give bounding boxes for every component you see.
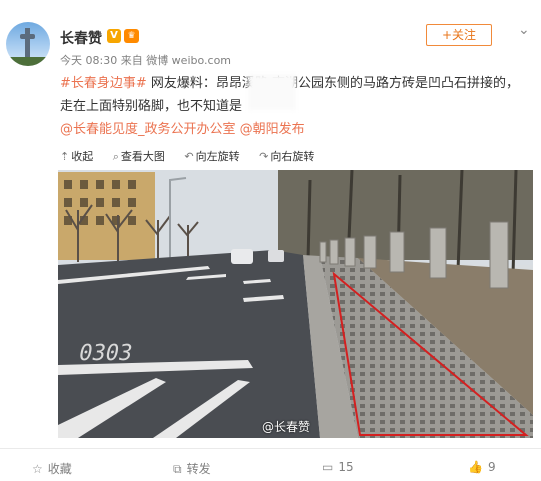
collapse-icon: ⇡ xyxy=(60,150,70,163)
like-count: 9 xyxy=(487,460,496,474)
repost-button[interactable]: ⧉ 转发 xyxy=(173,460,211,477)
comment-button[interactable]: ▭ 15 xyxy=(322,460,354,474)
thumbs-up-icon: 👍 xyxy=(468,460,483,474)
topic-link[interactable]: #长春身边事# xyxy=(60,76,147,91)
rotate-left-label: 向左旋转 xyxy=(195,150,240,163)
post-meta: 今天 08:30 来自 微博 weibo.com xyxy=(60,54,232,67)
avatar-ground xyxy=(6,57,50,66)
verified-icon: V xyxy=(107,29,121,43)
rotate-left-icon: ↶ xyxy=(184,150,194,163)
mention-link-2[interactable]: @朝阳发布 xyxy=(236,122,305,137)
username[interactable]: 长春赞 xyxy=(60,28,102,48)
mention-link-1[interactable]: @长春能见度_政务公开办公室 xyxy=(60,122,236,137)
photo-watermark: @长春赞 xyxy=(262,420,311,434)
star-icon: ☆ xyxy=(32,462,43,476)
post-text-body: 网友爆料：昂昂溪路 南湖公园东侧的马路方砖是凹凸石拼接的， xyxy=(146,76,520,91)
collapse-button[interactable]: ⇡ 收起 xyxy=(60,150,93,163)
car-2 xyxy=(268,250,284,262)
repost-label: 转发 xyxy=(186,462,211,476)
rotate-right-label: 向右旋转 xyxy=(270,150,315,163)
follow-button[interactable]: +关注 xyxy=(426,24,492,46)
collapse-label: 收起 xyxy=(71,150,94,163)
blur-overlay xyxy=(248,74,296,110)
search-icon: ⌕ xyxy=(112,150,119,163)
image-toolbar: ⇡ 收起 ⌕ 查看大图 ↶ 向左旋转 ↷ 向右旋转 xyxy=(60,148,330,164)
comment-count: 15 xyxy=(338,460,354,474)
like-button[interactable]: 👍 9 xyxy=(468,460,496,474)
post-text-line2: 走在上面特别硌脚，也不知道是 xyxy=(60,99,243,114)
post-photo[interactable]: 0303 xyxy=(58,170,533,438)
rotate-left-button[interactable]: ↶ 向左旋转 xyxy=(184,150,239,163)
view-large-button[interactable]: ⌕ 查看大图 xyxy=(113,150,165,163)
rotate-right-button[interactable]: ↷ 向右旋转 xyxy=(259,150,314,163)
avatar[interactable] xyxy=(6,22,50,66)
action-bar: ☆ 收藏 ⧉ 转发 ▭ 15 👍 9 xyxy=(0,448,541,481)
comment-icon: ▭ xyxy=(322,460,334,474)
favorite-button[interactable]: ☆ 收藏 xyxy=(32,460,72,477)
post-text-line3: @长春能见度_政务公开办公室 @朝阳发布 xyxy=(60,118,305,137)
view-large-label: 查看大图 xyxy=(120,150,165,163)
favorite-label: 收藏 xyxy=(47,462,72,476)
road-marking-text: 0303 xyxy=(76,340,134,366)
repost-icon: ⧉ xyxy=(173,462,182,476)
rotate-right-icon: ↷ xyxy=(259,150,269,163)
chevron-down-icon[interactable]: ⌄ xyxy=(518,22,530,38)
street-scene: 0303 xyxy=(58,170,533,438)
member-crown-icon: ♛ xyxy=(124,29,139,43)
avatar-tower-top xyxy=(20,34,35,39)
weibo-post-card: 长春赞 V ♛ 今天 08:30 来自 微博 weibo.com +关注 ⌄ #… xyxy=(0,0,541,481)
car xyxy=(231,249,253,264)
